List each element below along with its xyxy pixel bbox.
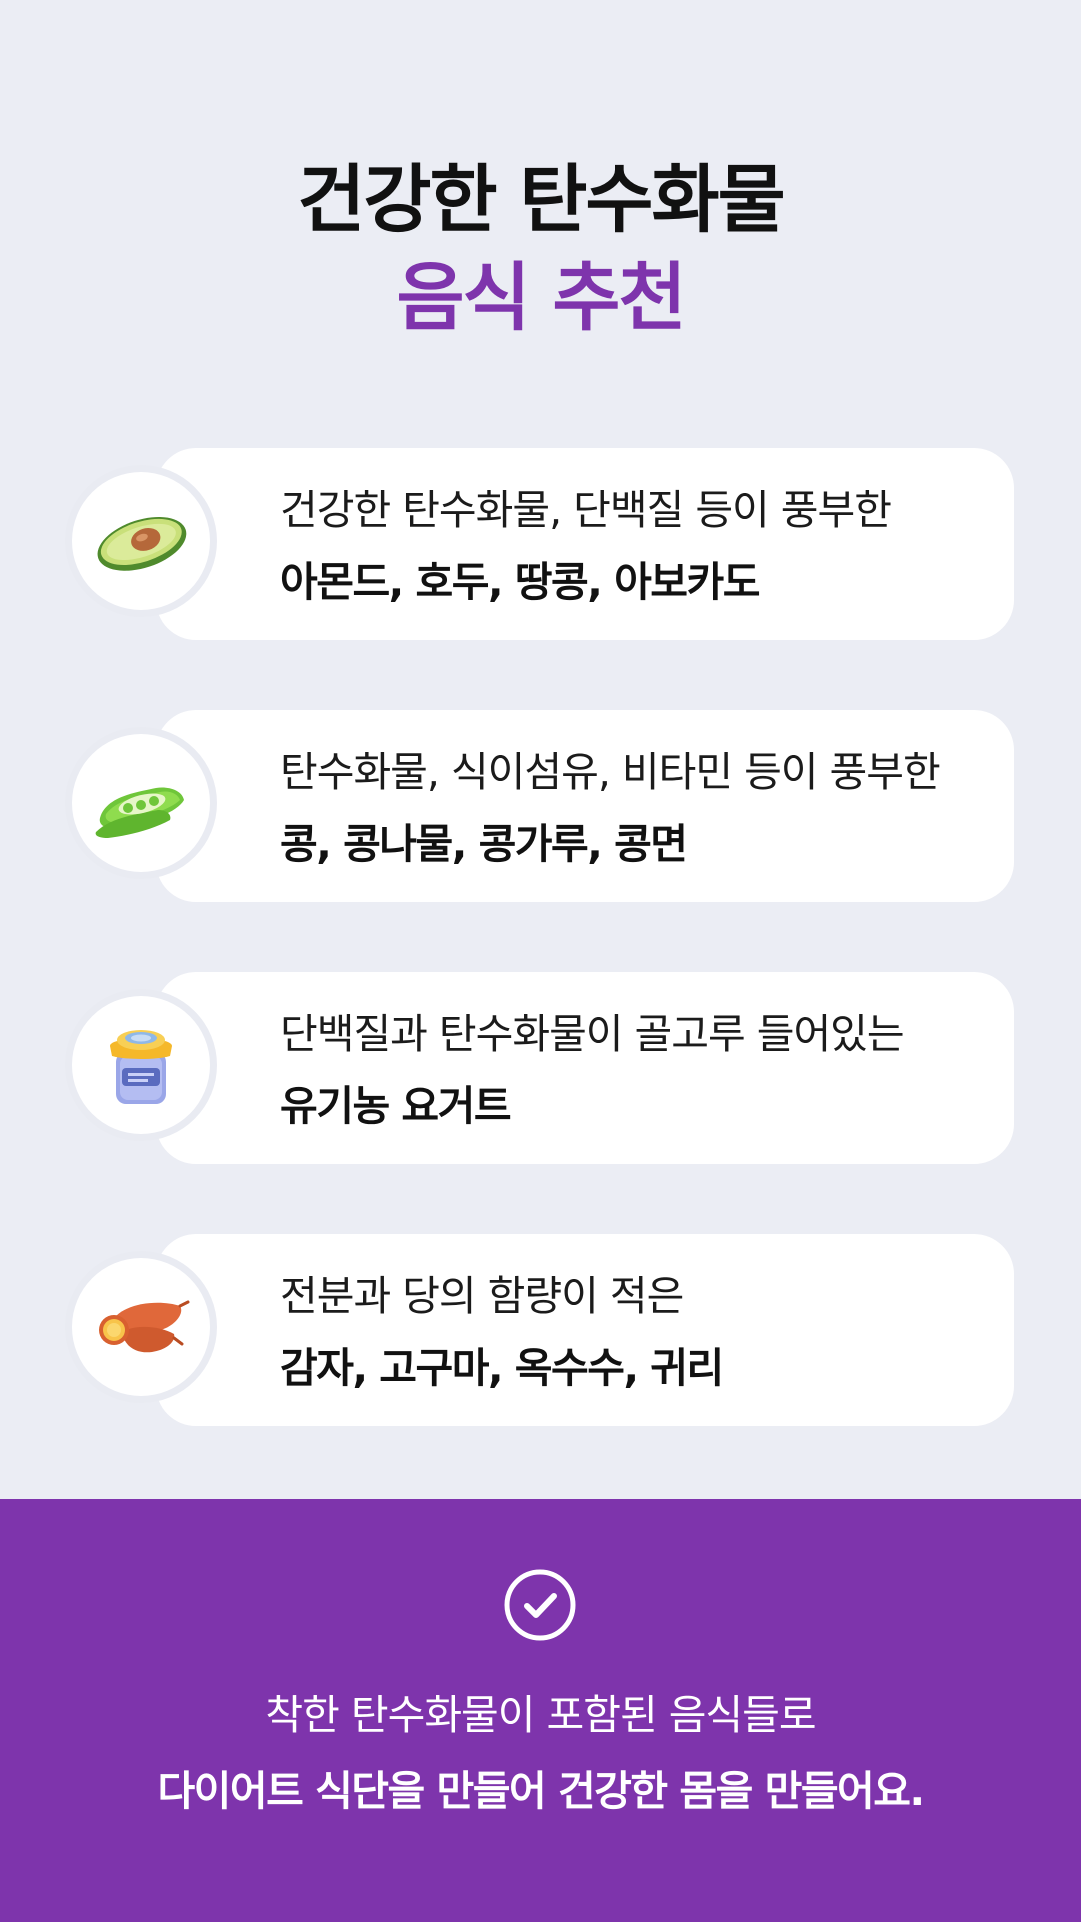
food-icon-ring [72, 1258, 210, 1396]
food-names: 콩, 콩나물, 콩가루, 콩면 [280, 820, 688, 868]
summary-line-2: 다이어트 식단을 만들어 건강한 몸을 만들어요. [157, 1767, 925, 1815]
sweet-potato-icon [99, 1300, 190, 1353]
food-item-grains: 전분과 당의 함량이 적은 감자, 고구마, 옥수수, 귀리 [72, 1234, 1014, 1426]
food-item-beans: 탄수화물, 식이섬유, 비타민 등이 풍부한 콩, 콩나물, 콩가루, 콩면 [72, 710, 1014, 902]
food-description: 전분과 당의 함량이 적은 [280, 1272, 684, 1320]
food-icon-ring [72, 996, 210, 1134]
summary-line-1: 착한 탄수화물이 포함된 음식들로 [265, 1691, 816, 1739]
yogurt-jar-icon [110, 1030, 172, 1104]
food-description: 탄수화물, 식이섬유, 비타민 등이 풍부한 [280, 748, 941, 796]
food-item-nuts: 건강한 탄수화물, 단백질 등이 풍부한 아몬드, 호두, 땅콩, 아보카도 [72, 448, 1014, 640]
summary-banner: 착한 탄수화물이 포함된 음식들로 다이어트 식단을 만들어 건강한 몸을 만들… [0, 1499, 1081, 1922]
page-title: 건강한 탄수화물 음식 추천 [0, 150, 1081, 346]
food-item-yogurt: 단백질과 탄수화물이 골고루 들어있는 유기농 요거트 [72, 972, 1014, 1164]
food-icon-ring [72, 472, 210, 610]
bean-pod-icon [95, 787, 184, 838]
food-names: 감자, 고구마, 옥수수, 귀리 [280, 1344, 724, 1392]
food-names: 아몬드, 호두, 땅콩, 아보카도 [280, 558, 760, 606]
title-line-1: 건강한 탄수화물 [297, 157, 785, 243]
food-description: 건강한 탄수화물, 단백질 등이 풍부한 [280, 486, 892, 534]
title-line-2: 음식 추천 [396, 255, 686, 341]
check-circle-icon [504, 1569, 576, 1641]
food-description: 단백질과 탄수화물이 골고루 들어있는 [280, 1010, 905, 1058]
avocado-icon [97, 516, 187, 571]
food-names: 유기농 요거트 [280, 1082, 512, 1130]
food-icon-ring [72, 734, 210, 872]
